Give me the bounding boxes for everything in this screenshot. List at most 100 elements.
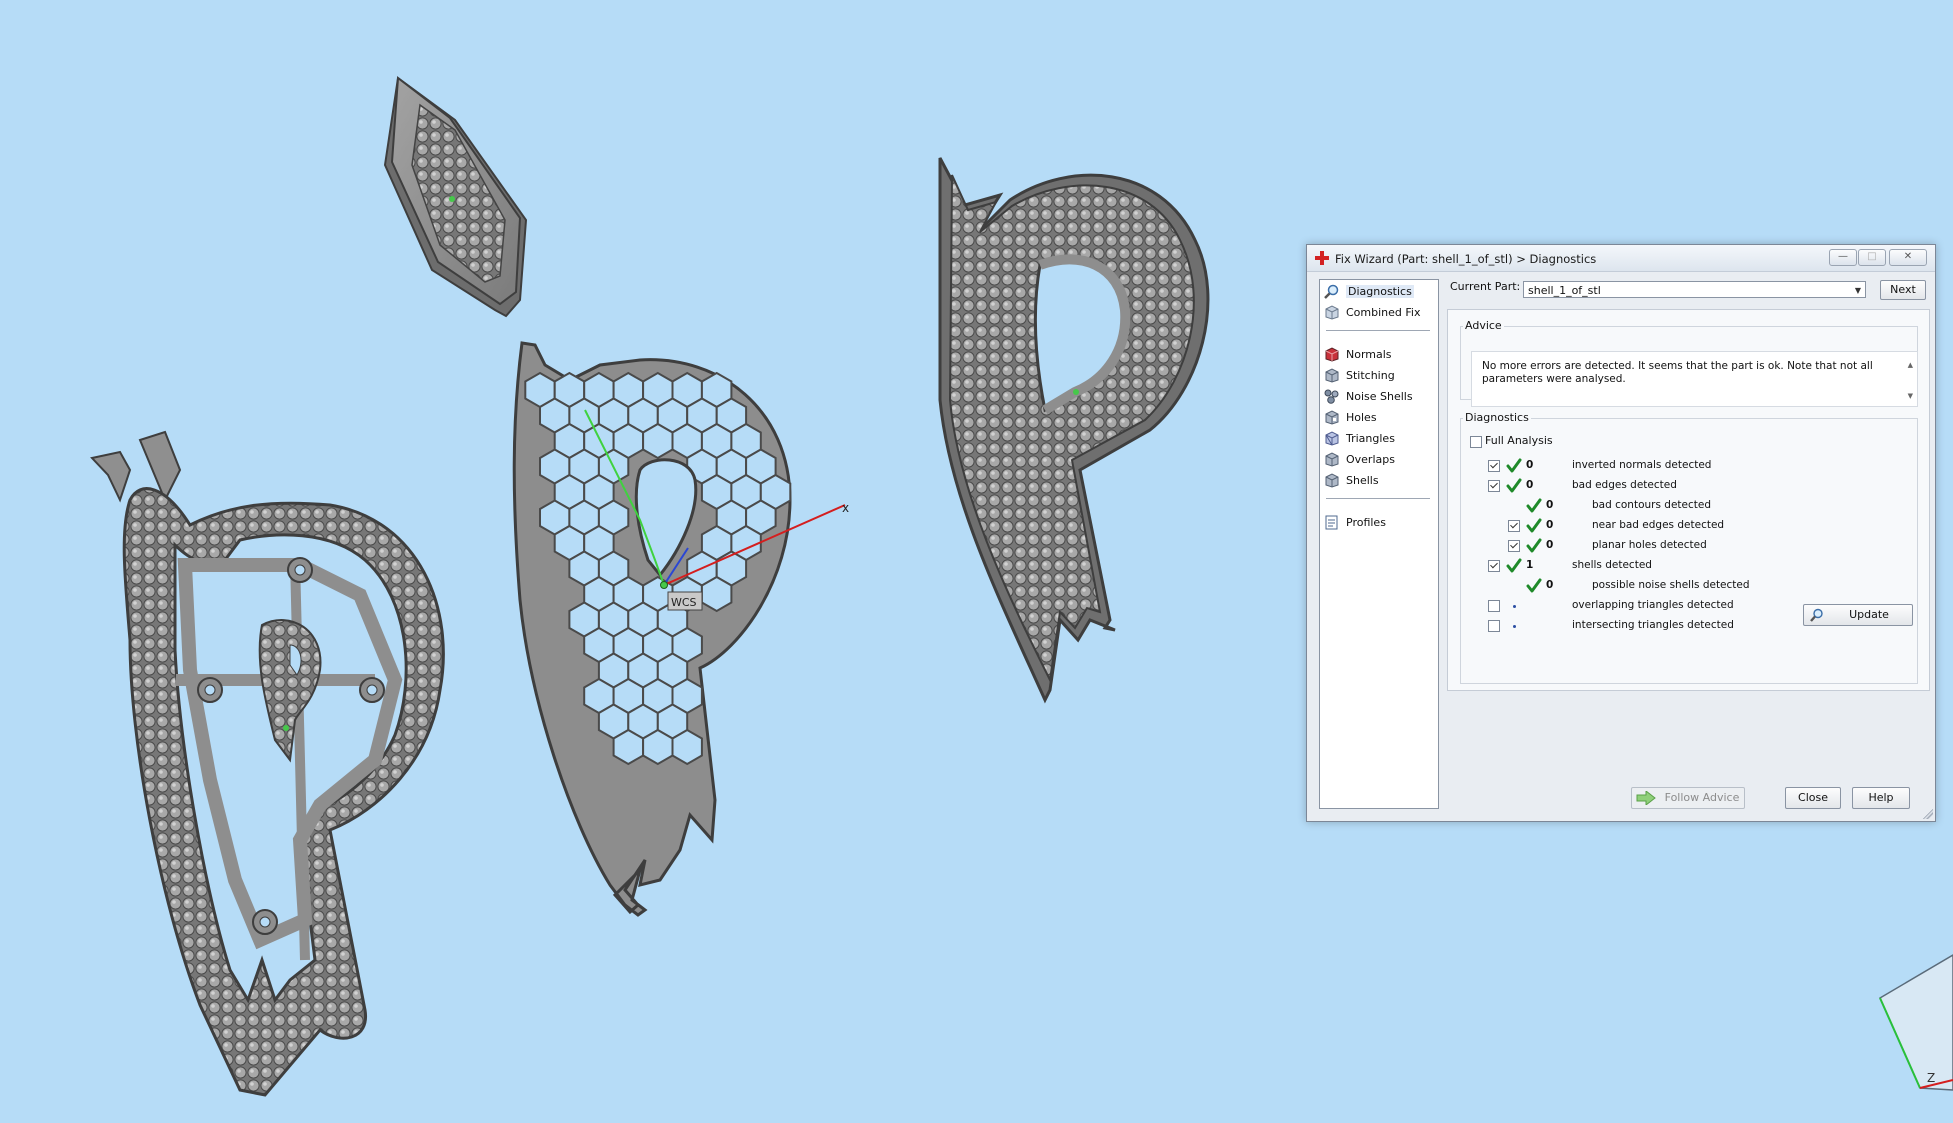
axis-x-label: x — [842, 501, 849, 515]
row-checkbox[interactable] — [1488, 480, 1500, 492]
check-mark-icon — [1526, 538, 1542, 553]
row-label: bad edges detected — [1572, 479, 1677, 491]
row-label: shells detected — [1572, 559, 1652, 571]
pending-dot-icon — [1513, 605, 1516, 608]
row-count: 0 — [1546, 499, 1554, 511]
noise-shells-icon — [1324, 389, 1339, 404]
row-checkbox[interactable] — [1488, 460, 1500, 472]
resize-grip[interactable] — [1923, 809, 1933, 819]
scroll-down-icon[interactable]: ▼ — [1908, 392, 1913, 400]
cube-icon — [1325, 305, 1339, 320]
row-checkbox[interactable] — [1488, 620, 1500, 632]
honeycomb-cell — [700, 575, 733, 613]
row-checkbox[interactable] — [1508, 540, 1520, 552]
advice-text: No more errors are detected. It seems th… — [1482, 360, 1873, 385]
stitching-cube-icon — [1325, 368, 1339, 383]
profiles-document-icon — [1325, 515, 1338, 530]
dialog-title: Fix Wizard (Part: shell_1_of_stl) > Diag… — [1335, 252, 1597, 266]
check-mark-icon — [1526, 498, 1542, 513]
row-count: 0 — [1546, 519, 1554, 531]
nav-item-normals[interactable]: Normals — [1324, 346, 1434, 364]
nav-item-profiles[interactable]: Profiles — [1324, 514, 1434, 532]
wizard-nav-list: Diagnostics Combined Fix Normals Stitchi… — [1319, 279, 1439, 809]
diagnostic-row: 0 bad edges detected — [1448, 478, 1888, 494]
letter-p-left-part[interactable] — [90, 430, 445, 1097]
maximize-button[interactable]: □ — [1858, 249, 1886, 266]
nav-item-shells[interactable]: Shells — [1324, 472, 1434, 490]
dialog-titlebar[interactable]: Fix Wizard (Part: shell_1_of_stl) > Diag… — [1307, 245, 1935, 272]
checkbox[interactable] — [1470, 436, 1482, 448]
row-label: overlapping triangles detected — [1572, 599, 1734, 611]
honeycomb-cell — [612, 728, 645, 766]
wcs-label: WCS — [671, 596, 697, 609]
advice-textarea[interactable]: No more errors are detected. It seems th… — [1471, 351, 1918, 407]
honeycomb-cell — [642, 728, 674, 766]
nav-item-triangles[interactable]: Triangles — [1324, 430, 1434, 448]
scroll-up-icon[interactable]: ▲ — [1908, 361, 1913, 369]
triangles-cube-icon — [1325, 431, 1339, 446]
row-checkbox[interactable] — [1488, 560, 1500, 572]
row-count: 1 — [1526, 559, 1534, 571]
letter-p-honeycomb-part[interactable]: x WCS — [512, 341, 849, 917]
check-mark-icon — [1506, 458, 1522, 473]
diagnostic-row: 0 possible noise shells detected — [1448, 578, 1888, 594]
row-label: inverted normals detected — [1572, 459, 1712, 471]
chevron-down-icon: ▼ — [1854, 286, 1861, 295]
nav-item-holes[interactable]: Holes — [1324, 409, 1434, 427]
arrow-right-icon — [1636, 791, 1656, 805]
nav-divider — [1326, 330, 1430, 331]
row-label: bad contours detected — [1592, 499, 1711, 511]
current-part-label: Current Part: — [1450, 280, 1521, 293]
magnifier-icon — [1324, 284, 1339, 299]
red-cross-icon — [1315, 251, 1329, 265]
diagnostic-row: 0 bad contours detected — [1448, 498, 1888, 514]
view-cube[interactable]: Z — [1879, 954, 1953, 1091]
magnifier-icon — [1810, 608, 1823, 622]
current-part-value: shell_1_of_stl — [1528, 284, 1601, 297]
diagnostics-title: Diagnostics — [1463, 411, 1531, 424]
next-button[interactable]: Next — [1880, 280, 1926, 300]
shells-cube-icon — [1325, 473, 1339, 488]
diagnostic-row: 1 shells detected — [1448, 558, 1888, 574]
update-button[interactable]: Update — [1803, 604, 1913, 626]
diagnostic-row: 0 near bad edges detected — [1448, 518, 1888, 534]
row-label: near bad edges detected — [1592, 519, 1725, 531]
axis-z-label: Z — [1927, 1071, 1935, 1085]
check-mark-icon — [1526, 518, 1542, 533]
row-label: planar holes detected — [1592, 539, 1707, 551]
nav-item-noise-shells[interactable]: Noise Shells — [1324, 388, 1434, 406]
row-label: intersecting triangles detected — [1572, 619, 1734, 631]
close-button[interactable]: Close — [1785, 787, 1841, 809]
row-count: 0 — [1546, 579, 1554, 591]
diagnostics-panel: No more errors are detected. It seems th… — [1447, 309, 1930, 691]
fix-wizard-dialog: Fix Wizard (Part: shell_1_of_stl) > Diag… — [1306, 244, 1936, 822]
honeycomb-cell — [671, 728, 703, 766]
advice-title: Advice — [1463, 319, 1504, 332]
row-label: possible noise shells detected — [1592, 579, 1750, 591]
diagnostic-row: 0 planar holes detected — [1448, 538, 1888, 554]
letter-p-right-part[interactable] — [938, 157, 1210, 704]
follow-advice-button[interactable]: Follow Advice — [1631, 787, 1745, 809]
row-checkbox[interactable] — [1508, 520, 1520, 532]
nav-divider — [1326, 498, 1430, 499]
check-mark-icon — [1506, 478, 1522, 493]
normals-cube-icon — [1325, 347, 1339, 362]
row-count: 0 — [1526, 459, 1534, 471]
nav-item-combined-fix[interactable]: Combined Fix — [1324, 304, 1434, 322]
full-analysis-checkbox[interactable]: Full Analysis — [1470, 434, 1553, 448]
current-part-select[interactable]: shell_1_of_stl ▼ — [1523, 281, 1866, 298]
close-window-button[interactable]: ✕ — [1889, 249, 1927, 266]
row-count: 0 — [1526, 479, 1534, 491]
overlaps-cube-icon — [1325, 452, 1339, 467]
nav-item-diagnostics[interactable]: Diagnostics — [1324, 283, 1434, 301]
holes-cube-icon — [1325, 410, 1339, 425]
row-count: 0 — [1546, 539, 1554, 551]
row-checkbox[interactable] — [1488, 600, 1500, 612]
minimize-button[interactable]: — — [1829, 249, 1857, 266]
check-mark-icon — [1506, 558, 1522, 573]
help-button[interactable]: Help — [1852, 787, 1910, 809]
diamond-pendant-part[interactable] — [383, 76, 528, 318]
advice-group: No more errors are detected. It seems th… — [1460, 326, 1918, 407]
nav-item-overlaps[interactable]: Overlaps — [1324, 451, 1434, 469]
nav-item-stitching[interactable]: Stitching — [1324, 367, 1434, 385]
